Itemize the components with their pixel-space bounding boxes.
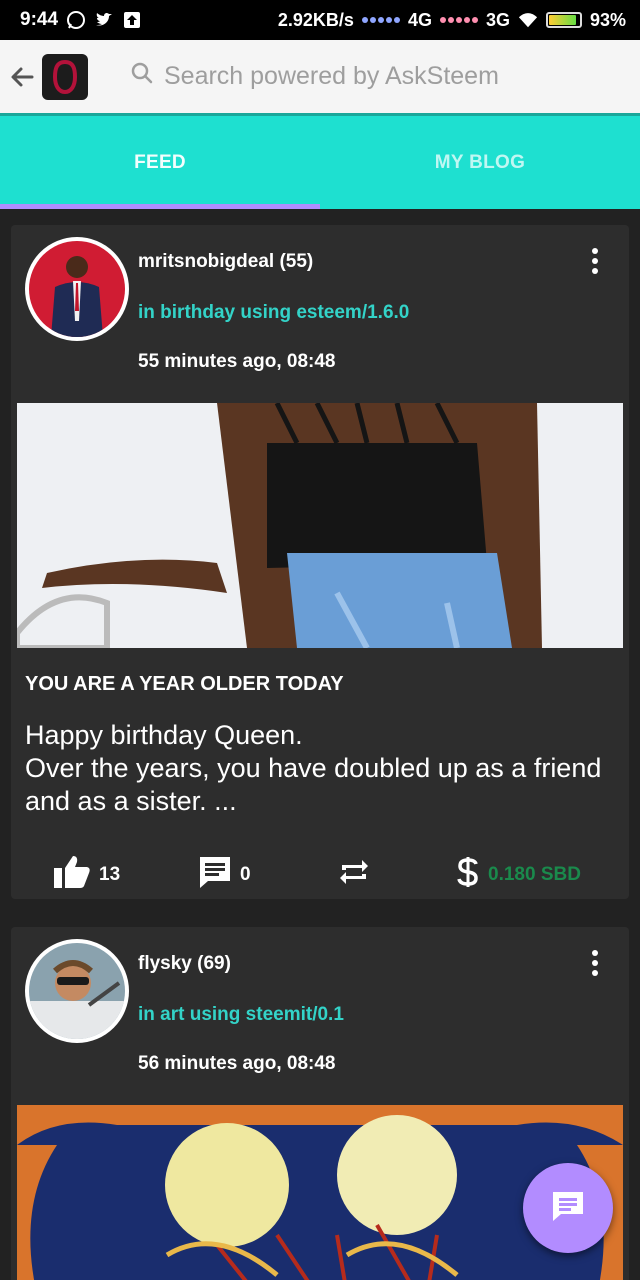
payout-value: 0.180 SBD — [488, 864, 581, 885]
more-vertical-icon[interactable] — [579, 243, 611, 279]
post-excerpt-line-2: Over the years, you have doubled up as a… — [25, 753, 602, 816]
network-speed: 2.92KB/s — [277, 9, 354, 30]
app-logo[interactable] — [42, 53, 88, 100]
dollar-icon — [456, 855, 480, 895]
post-actions: 13 0 0.180 SBD — [11, 853, 629, 897]
post-category[interactable]: in art using steemit/0.1 — [138, 1004, 344, 1026]
tab-my-blog[interactable]: MY BLOG — [320, 116, 640, 209]
whatsapp-icon — [66, 10, 86, 30]
signal-label-1: 4G — [407, 9, 432, 30]
post-category[interactable]: in birthday using esteem/1.6.0 — [138, 302, 409, 324]
post-excerpt[interactable]: Happy birthday Queen. Over the years, yo… — [25, 719, 621, 818]
repeat-icon — [338, 856, 370, 894]
signal-dots-icon-2 — [439, 17, 478, 23]
comment-icon — [198, 855, 232, 895]
vote-count: 13 — [99, 864, 121, 885]
post-card[interactable]: mritsnobigdeal (55) in birthday using es… — [11, 225, 629, 899]
thumb-up-icon — [53, 854, 91, 896]
payout-button[interactable]: 0.180 SBD — [456, 853, 581, 897]
comment-count: 0 — [240, 864, 251, 885]
search-icon — [130, 61, 154, 92]
status-time: 9:44 — [20, 9, 59, 30]
more-vertical-icon[interactable] — [579, 945, 611, 981]
post-image[interactable] — [17, 403, 623, 648]
app-bar: Search powered by AskSteem — [0, 40, 640, 116]
signal-dots-icon — [361, 17, 400, 23]
arrow-left-icon[interactable] — [2, 57, 42, 97]
avatar[interactable] — [25, 939, 129, 1043]
post-author[interactable]: mritsnobigdeal (55) — [138, 251, 313, 273]
comment-button[interactable]: 0 — [198, 853, 251, 897]
avatar[interactable] — [25, 237, 129, 341]
search-placeholder: Search powered by AskSteem — [164, 62, 499, 90]
reblog-button[interactable] — [338, 853, 370, 897]
post-excerpt-line-1: Happy birthday Queen. — [25, 720, 303, 750]
tab-feed[interactable]: FEED — [0, 116, 320, 209]
battery-level: 93% — [589, 9, 626, 30]
signal-label-2: 3G — [485, 9, 510, 30]
wifi-icon — [518, 10, 538, 30]
post-time: 56 minutes ago, 08:48 — [138, 1053, 336, 1074]
vote-button[interactable]: 13 — [53, 853, 120, 897]
post-title[interactable]: YOU ARE A YEAR OLDER TODAY — [25, 673, 344, 696]
status-bar: 9:44 2.92KB/s 4G 3G 93% — [0, 0, 640, 40]
post-author[interactable]: flysky (69) — [138, 953, 231, 975]
chat-icon — [550, 1189, 586, 1228]
tab-bar: FEED MY BLOG — [0, 116, 640, 209]
post-time: 55 minutes ago, 08:48 — [138, 351, 336, 372]
upload-icon — [122, 10, 142, 30]
twitter-icon — [94, 10, 114, 30]
search-bar[interactable]: Search powered by AskSteem — [130, 61, 499, 92]
chat-fab-button[interactable] — [523, 1163, 613, 1253]
battery-icon — [545, 12, 582, 28]
